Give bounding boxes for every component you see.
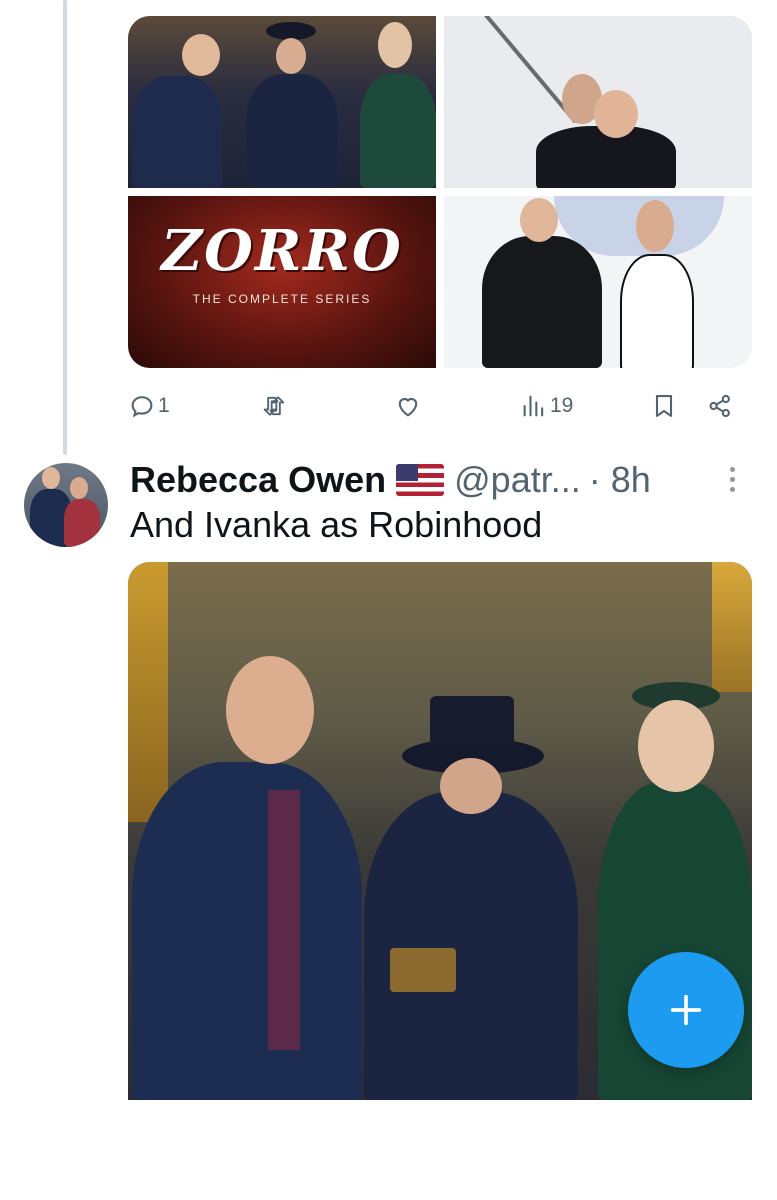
user-handle[interactable]: @patr... <box>454 459 581 501</box>
reply-button[interactable]: 1 <box>128 388 170 424</box>
zorro-subtitle: THE COMPLETE SERIES <box>192 292 372 306</box>
us-flag-icon <box>396 464 445 496</box>
figure-head <box>440 758 502 814</box>
figure-head <box>276 38 306 74</box>
reply-icon <box>131 396 153 418</box>
share-icon <box>709 394 730 418</box>
compose-button[interactable] <box>628 952 744 1068</box>
views-icon <box>523 395 544 417</box>
like-button[interactable] <box>394 388 424 424</box>
views-count: 19 <box>550 394 574 417</box>
avatar-figure-head <box>42 467 60 489</box>
figure-shape <box>482 236 602 368</box>
media-inauguration-oath[interactable] <box>128 16 436 188</box>
timestamp[interactable]: · 8h <box>589 459 651 501</box>
media-ball-photo[interactable] <box>444 196 752 368</box>
figure-shape <box>132 76 222 188</box>
compose-plus-icon <box>670 994 702 1026</box>
tweet-action-bar: 1 19 <box>128 388 752 424</box>
media-sword-dance[interactable] <box>444 16 752 188</box>
figure-hat-crown <box>430 696 514 748</box>
zorro-title: ZORRO <box>161 218 403 284</box>
media-zorro-cover[interactable]: ZORRO THE COMPLETE SERIES <box>128 196 436 368</box>
retweet-icon <box>263 396 285 416</box>
figure-shape <box>364 792 578 1100</box>
bookmark-button[interactable] <box>650 388 678 424</box>
figure-head <box>638 700 714 792</box>
avatar-figure <box>64 499 100 547</box>
figure-head <box>520 198 558 242</box>
bookmark-icon <box>655 395 673 417</box>
figure-head <box>636 200 674 252</box>
tie-shape <box>268 790 300 1050</box>
views-button[interactable]: 19 <box>520 388 573 424</box>
avatar-figure-head <box>70 477 88 499</box>
display-name[interactable]: Rebecca Owen <box>130 459 386 501</box>
figure-shape <box>246 74 338 188</box>
figure-head <box>226 656 314 764</box>
tweet-text: And Ivanka as Robinhood <box>130 504 543 545</box>
figure-head <box>182 34 220 76</box>
more-icon[interactable] <box>730 467 736 497</box>
share-button[interactable] <box>706 388 734 424</box>
retweet-button[interactable] <box>260 388 290 424</box>
gold-column-shape <box>128 562 168 822</box>
avatar[interactable] <box>24 463 108 547</box>
reply-header: Rebecca Owen @patr... · 8h <box>130 458 750 502</box>
gold-column-shape <box>712 562 752 692</box>
media-grid: ZORRO THE COMPLETE SERIES <box>128 16 752 368</box>
figure-head <box>594 90 638 138</box>
figure-shape <box>132 762 362 1100</box>
figure-shape <box>360 74 436 188</box>
bible-shape <box>390 948 456 992</box>
thread-connector-line <box>63 0 67 455</box>
figure-gown <box>620 254 694 368</box>
figure-head <box>378 22 412 68</box>
reply-count: 1 <box>158 394 170 417</box>
like-icon <box>398 398 418 417</box>
